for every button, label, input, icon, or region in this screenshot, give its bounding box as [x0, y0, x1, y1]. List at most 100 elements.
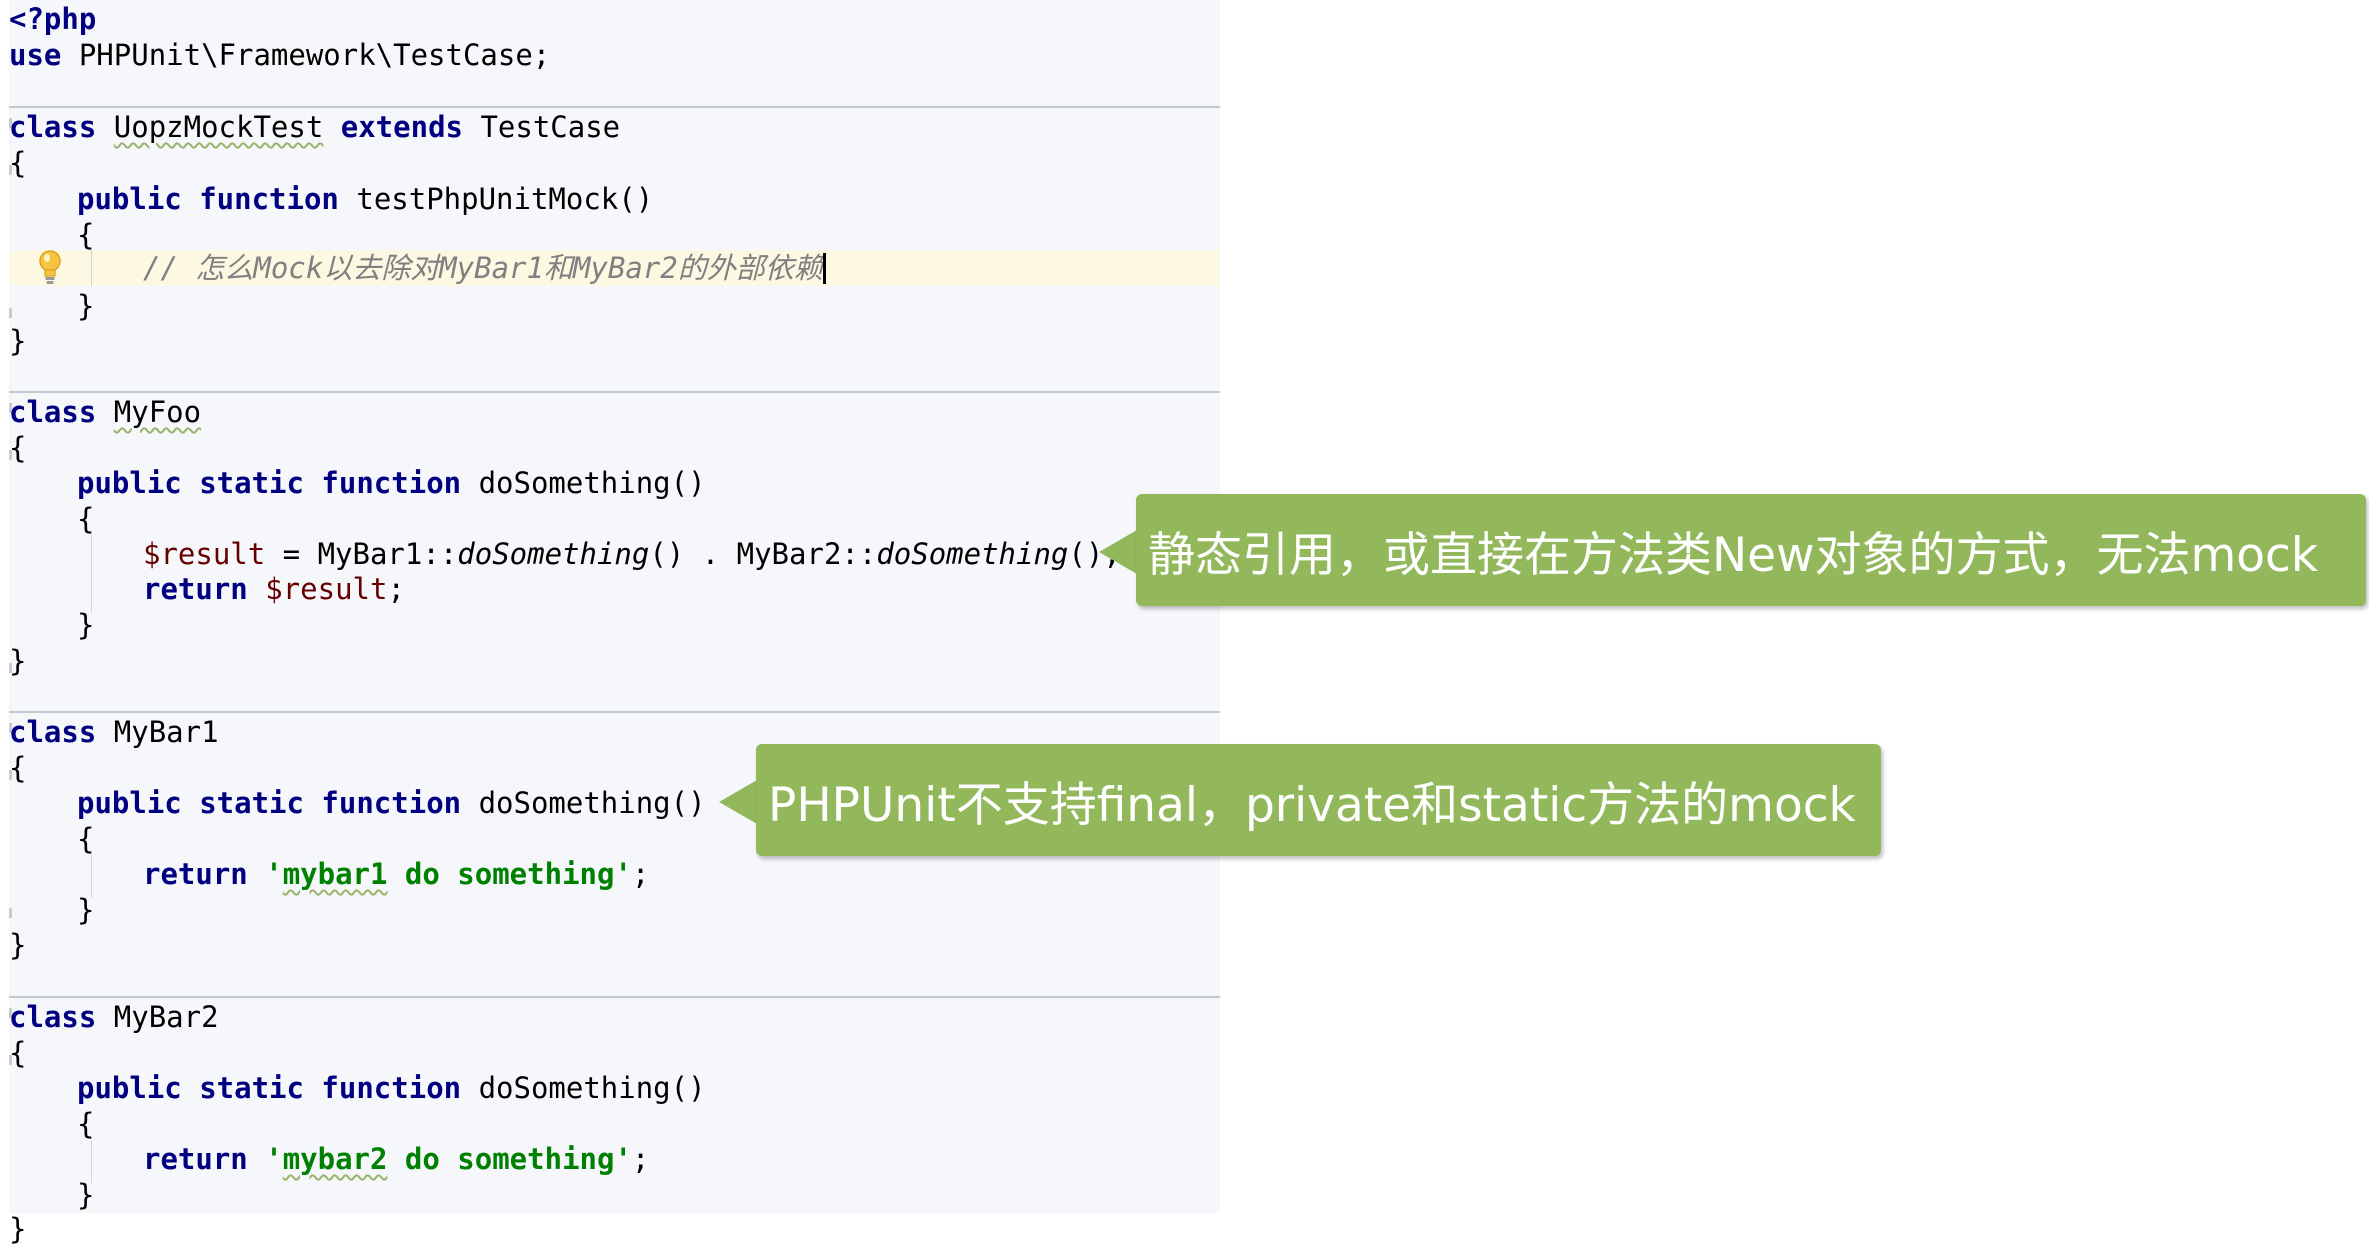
brace: {: [77, 502, 95, 536]
fold-marker[interactable]: [9, 308, 12, 318]
string-quote: ': [265, 857, 283, 891]
method-name: doSomething(): [478, 1071, 706, 1105]
class-keyword: class: [9, 715, 97, 749]
lightbulb-icon[interactable]: [35, 248, 65, 286]
brace: {: [9, 751, 27, 785]
extends-keyword: extends: [340, 110, 463, 144]
brace: }: [77, 289, 95, 323]
code-line-brace: }: [9, 644, 26, 679]
semicolon: ;: [631, 1142, 650, 1176]
code-line-brace: {: [9, 431, 26, 466]
parent-class-name: TestCase: [480, 110, 621, 144]
method-keywords: public static function: [77, 1071, 462, 1105]
semicolon: ;: [631, 857, 650, 891]
brace: }: [9, 644, 27, 678]
static-call: doSomething: [876, 537, 1069, 571]
method-separator: [9, 996, 1220, 998]
return-keyword: return: [143, 572, 248, 606]
code-line-brace: {: [77, 822, 94, 857]
code-line-brace: {: [77, 218, 94, 253]
string-rest: do something': [387, 1142, 632, 1176]
code-line-method-decl: public static function doSomething(): [77, 786, 706, 821]
code-line-brace: {: [77, 1107, 94, 1142]
code-line-method-decl: public static function doSomething(): [77, 466, 706, 501]
code-line-class-myfoo: class MyFoo: [9, 395, 201, 430]
static-call: doSomething: [457, 537, 650, 571]
use-keyword: use: [9, 38, 62, 72]
class-name: MyBar2: [113, 1000, 219, 1034]
callout-arrow: [1099, 530, 1137, 574]
string-word: mybar2: [282, 1142, 388, 1176]
code-line-method-decl: public static function doSomething(): [77, 1071, 706, 1106]
code-line-brace: {: [9, 146, 26, 181]
code-line-brace: }: [77, 608, 94, 643]
text-caret: [823, 253, 826, 284]
brace: {: [77, 1107, 95, 1141]
indent-guide: [91, 1140, 92, 1183]
code-line-brace: {: [9, 1036, 26, 1071]
code-line-class-mybar1: class MyBar1: [9, 715, 219, 750]
code-line-brace: }: [9, 1212, 26, 1245]
code-line-return-string: return 'mybar2 do something';: [143, 1142, 649, 1177]
return-keyword: return: [143, 1142, 248, 1176]
class-name: MyBar1: [113, 715, 219, 749]
method-name: doSomething(): [478, 466, 706, 500]
callout-static-mock: 静态引用，或直接在方法类New对象的方式，无法mock: [1136, 494, 2366, 606]
brace: }: [9, 324, 27, 358]
brace: {: [77, 218, 95, 252]
brace: {: [9, 146, 27, 180]
code-text: () . MyBar2::: [649, 537, 877, 571]
method-keywords: public static function: [77, 786, 462, 820]
indent-guide: [91, 535, 92, 613]
code-line-brace: }: [77, 289, 94, 324]
code-line-brace: }: [77, 1178, 94, 1213]
method-name: doSomething(): [478, 786, 706, 820]
code-line-method-decl: public function testPhpUnitMock(): [77, 182, 653, 217]
method-name: testPhpUnitMock(): [356, 182, 654, 216]
use-path: PHPUnit\Framework\TestCase;: [61, 38, 551, 72]
callout-arrow: [719, 780, 757, 824]
string-rest: do something': [387, 857, 632, 891]
class-name: UopzMockTest: [113, 110, 324, 144]
callout-phpunit-limits: PHPUnit不支持final，private和static方法的mock: [756, 744, 1881, 856]
brace: }: [77, 608, 95, 642]
brace: }: [77, 1178, 95, 1212]
string-quote: ': [265, 1142, 283, 1176]
code-text: = MyBar1::: [265, 537, 458, 571]
return-keyword: return: [143, 857, 248, 891]
code-line-return-string: return 'mybar1 do something';: [143, 857, 649, 892]
code-line-brace: {: [77, 502, 94, 537]
method-separator: [9, 106, 1220, 108]
indent-guide: [91, 250, 92, 286]
code-editor[interactable]: <?php use PHPUnit\Framework\TestCase; cl…: [9, 0, 1220, 1213]
method-separator: [9, 391, 1220, 393]
code-line-class-mybar2: class MyBar2: [9, 1000, 219, 1035]
fold-marker[interactable]: [9, 908, 12, 918]
code-line-return: return $result;: [143, 572, 405, 607]
code-line-class-uopzmocktest: class UopzMockTest extends TestCase: [9, 110, 620, 145]
callout-text: PHPUnit不支持final，private和static方法的mock: [768, 777, 1856, 833]
code-line-brace: }: [9, 928, 26, 963]
code-line-use: use PHPUnit\Framework\TestCase;: [9, 38, 550, 73]
brace: }: [9, 1212, 27, 1245]
variable: $result: [143, 537, 266, 571]
variable: $result: [265, 572, 388, 606]
brace: {: [9, 1036, 27, 1070]
method-keywords: public function: [77, 182, 339, 216]
method-separator: [9, 711, 1220, 713]
brace: }: [9, 928, 27, 962]
code-line-php-open: <?php: [9, 2, 96, 37]
code-line-brace: }: [77, 893, 94, 928]
class-keyword: class: [9, 1000, 97, 1034]
method-keywords: public static function: [77, 466, 462, 500]
class-keyword: class: [9, 110, 97, 144]
string-word: mybar1: [282, 857, 388, 891]
code-line-comment: // 怎么Mock以去除对MyBar1和MyBar2的外部依赖: [143, 251, 823, 286]
php-open-tag: <?php: [9, 2, 97, 36]
code-comment: // 怎么Mock以去除对MyBar1和MyBar2的外部依赖: [143, 251, 823, 285]
semicolon: ;: [387, 572, 405, 606]
brace: {: [77, 822, 95, 856]
class-keyword: class: [9, 395, 97, 429]
code-line-result-assign: $result = MyBar1::doSomething() . MyBar2…: [143, 537, 1121, 572]
code-line-brace: }: [9, 324, 26, 359]
